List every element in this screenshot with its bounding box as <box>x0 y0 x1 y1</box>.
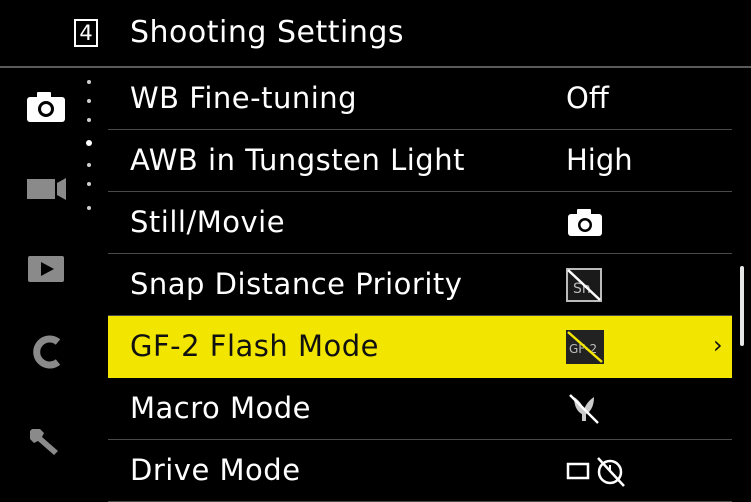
still-camera-icon <box>566 205 606 243</box>
menu-header: 4 Shooting Settings <box>0 0 751 68</box>
menu-item-label: WB Fine-tuning <box>130 81 358 115</box>
scrollbar-thumb[interactable] <box>740 266 744 346</box>
snap-off-icon: Sn <box>566 267 606 307</box>
menu-item-drive-mode[interactable]: Drive Mode <box>108 440 732 502</box>
movie-camera-icon[interactable] <box>26 170 70 206</box>
page-dot <box>87 206 91 210</box>
page-dot-current <box>86 140 92 146</box>
wrench-icon[interactable] <box>26 421 70 457</box>
menu-list: WB Fine-tuning Off AWB in Tungsten Light… <box>108 68 732 502</box>
menu-item-label: Still/Movie <box>130 205 286 239</box>
menu-item-value: High <box>566 143 633 177</box>
menu-item-label: Macro Mode <box>130 391 311 425</box>
camera-icon[interactable] <box>26 88 70 124</box>
menu-item-awb-tungsten[interactable]: AWB in Tungsten Light High <box>108 130 732 192</box>
menu-item-snap-distance-priority[interactable]: Snap Distance Priority Sn <box>108 254 732 316</box>
page-dot <box>87 99 91 103</box>
page-dot <box>87 118 91 122</box>
page-dot <box>87 80 91 84</box>
chevron-right-icon: › <box>713 331 723 359</box>
page-dot <box>87 182 91 186</box>
menu-item-gf2-flash-mode[interactable]: GF-2 Flash Mode GF-2 › <box>108 316 732 378</box>
menu-item-label: AWB in Tungsten Light <box>130 143 465 177</box>
single-frame-self-timer-off-icon <box>566 453 638 493</box>
page-title: Shooting Settings <box>130 15 405 50</box>
page-dot <box>87 163 91 167</box>
camera-menu-screen: 4 Shooting Settings WB Fine-tuning Off A… <box>0 0 751 502</box>
macro-off-icon <box>566 391 606 431</box>
menu-item-still-movie[interactable]: Still/Movie <box>108 192 732 254</box>
menu-item-label: Snap Distance Priority <box>130 267 463 301</box>
menu-item-wb-fine-tuning[interactable]: WB Fine-tuning Off <box>108 68 732 130</box>
menu-item-macro-mode[interactable]: Macro Mode <box>108 378 732 440</box>
custom-c-icon[interactable] <box>26 333 70 369</box>
menu-tab-column <box>0 68 108 500</box>
menu-page-number-badge: 4 <box>74 19 98 47</box>
playback-icon[interactable] <box>26 250 70 286</box>
menu-item-label: Drive Mode <box>130 453 301 487</box>
menu-item-value: Off <box>566 81 609 115</box>
gf2-off-icon: GF-2 <box>566 329 606 369</box>
menu-item-label: GF-2 Flash Mode <box>130 329 380 363</box>
